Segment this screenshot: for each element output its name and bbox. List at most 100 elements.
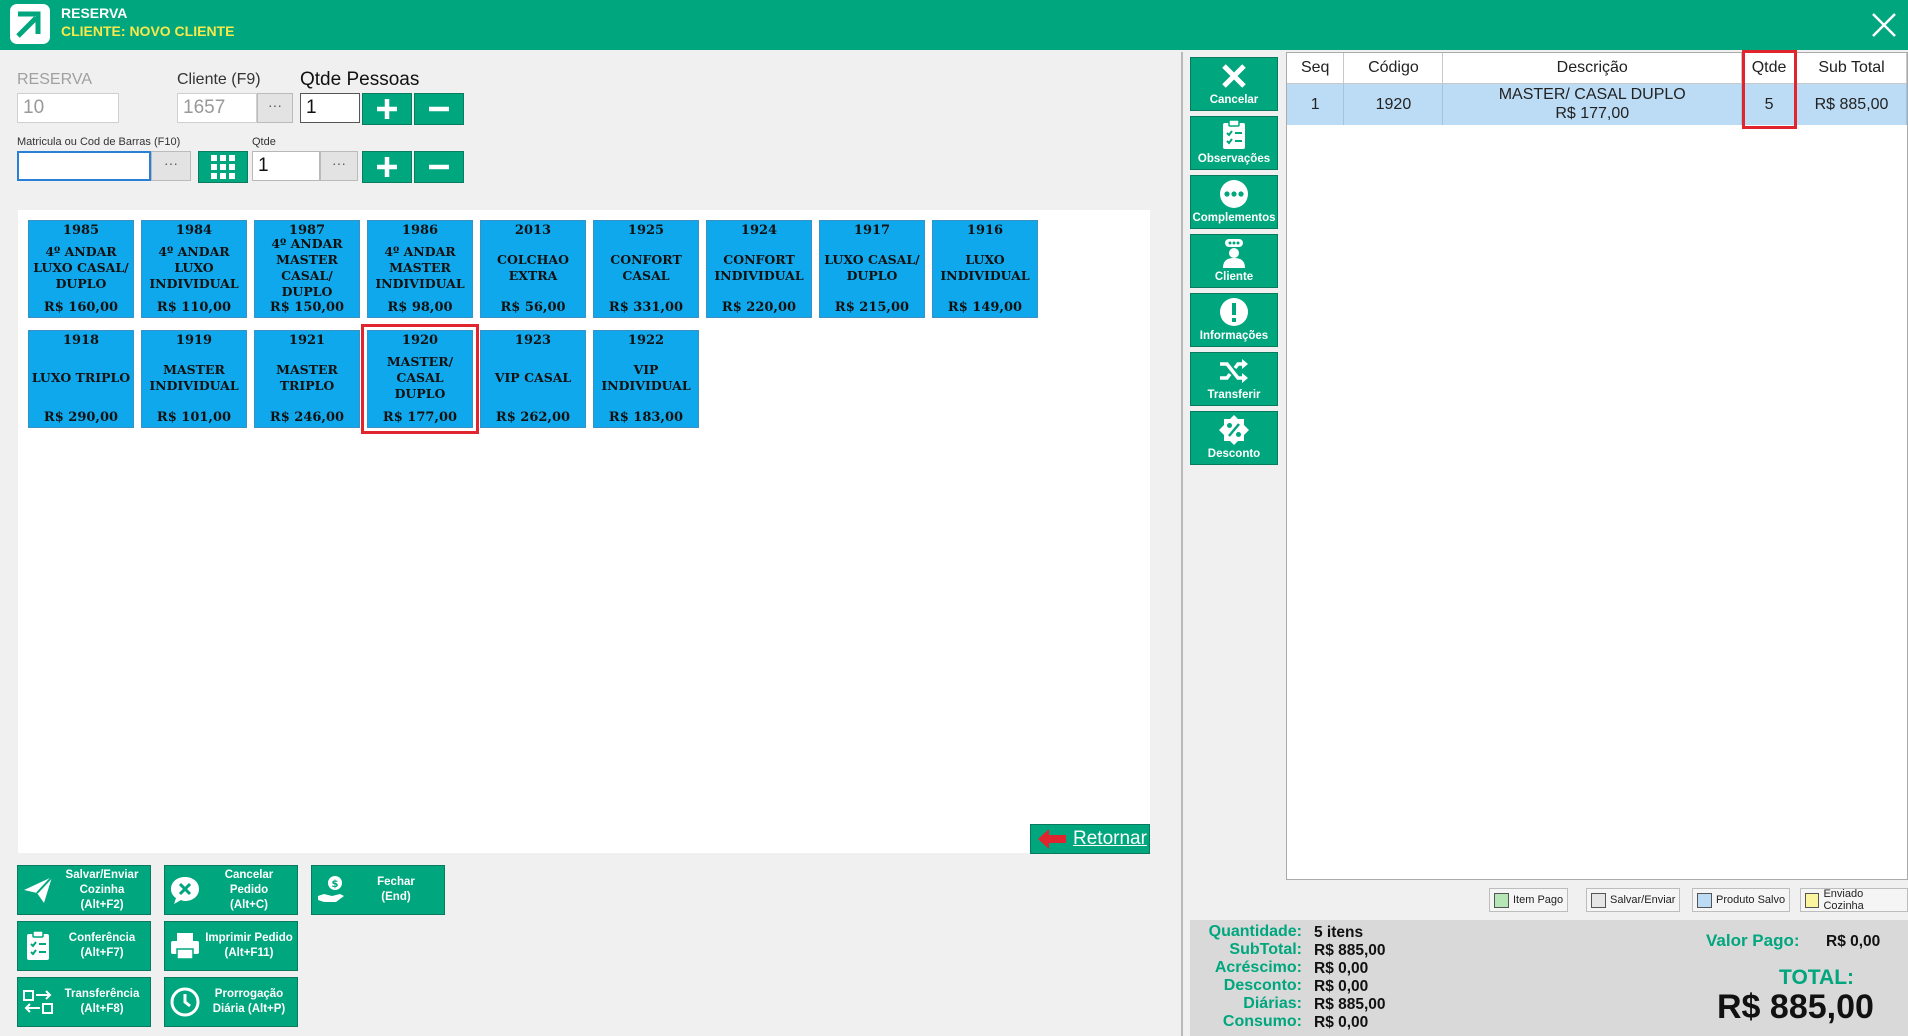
matricula-input[interactable]: [17, 151, 151, 181]
product-tile-1986[interactable]: 1986 4º ANDAR MASTER INDIVIDUAL R$ 98,00: [367, 220, 473, 318]
row-codigo: 1920: [1343, 83, 1444, 125]
product-price: R$ 177,00: [382, 410, 458, 425]
side-cliente-label: Cliente: [1214, 271, 1254, 283]
pessoas-field[interactable]: 1: [300, 93, 360, 123]
hand-coin-icon: $: [318, 876, 344, 902]
qtde-minus-button[interactable]: [414, 151, 464, 183]
salvar-enviar-button[interactable]: Salvar/Enviar Cozinha (Alt+F2): [17, 865, 151, 915]
product-tile-1921[interactable]: 1921 MASTER TRIPLO R$ 246,00: [254, 330, 360, 428]
product-price: R$ 246,00: [269, 410, 345, 425]
qtde-field[interactable]: 1: [252, 151, 320, 181]
row-qtde: 5: [1741, 83, 1798, 125]
legend-swatch: [1697, 892, 1712, 908]
product-tile-1985[interactable]: 1985 4º ANDAR LUXO CASAL/ DUPLO R$ 160,00: [28, 220, 134, 318]
col-seq[interactable]: Seq: [1287, 53, 1345, 84]
legend-swatch: [1805, 892, 1820, 908]
minus-icon: [429, 164, 449, 170]
consumo-label: Consumo:: [1222, 1013, 1302, 1030]
product-tile-1987[interactable]: 1987 4º ANDAR MASTER CASAL/ DUPLO R$ 150,0…: [254, 220, 360, 318]
pessoas-minus-button[interactable]: [414, 93, 464, 125]
product-name: COLCHAO EXTRA: [497, 252, 569, 283]
close-icon[interactable]: [1865, 6, 1903, 44]
product-tile-1925[interactable]: 1925 CONFORT CASAL R$ 331,00: [593, 220, 699, 318]
product-name: 4º ANDAR LUXO CASAL/ DUPLO: [33, 244, 129, 291]
cliente-lookup-button[interactable]: ···: [257, 93, 293, 123]
product-tile-1984[interactable]: 1984 4º ANDAR LUXO INDIVIDUAL R$ 110,00: [141, 220, 247, 318]
conferencia-line2: (Alt+F7): [80, 947, 124, 959]
product-tile-1917[interactable]: 1917 LUXO CASAL/ DUPLO R$ 215,00: [819, 220, 925, 318]
prorrogacao-button[interactable]: Prorrogação Diária (Alt+P): [164, 977, 298, 1027]
product-name: LUXO INDIVIDUAL: [940, 252, 1030, 283]
legend-salvar-enviar: Salvar/Enviar: [1586, 888, 1681, 912]
prorrogacao-line2: Diária (Alt+P): [212, 1003, 286, 1015]
row-descricao-price: R$ 177,00: [1555, 105, 1630, 123]
grid-icon: [211, 155, 235, 179]
product-name: CONFORT INDIVIDUAL: [714, 252, 804, 283]
legend-label: Enviado Cozinha: [1823, 888, 1864, 912]
transferencia-button[interactable]: Transferência (Alt+F8): [17, 977, 151, 1027]
side-observacoes-button[interactable]: Observações: [1190, 116, 1278, 170]
product-code: 1923: [514, 333, 552, 348]
pessoas-plus-button[interactable]: [362, 93, 412, 125]
product-price: R$ 101,00: [156, 410, 232, 425]
imprimir-pedido-button[interactable]: Imprimir Pedido (Alt+F11): [164, 921, 298, 971]
side-transferir-button[interactable]: Transferir: [1190, 352, 1278, 406]
fechar-button[interactable]: $ Fechar (End): [311, 865, 445, 915]
col-subtotal[interactable]: Sub Total: [1796, 53, 1907, 84]
cancel-bubble-icon: [171, 877, 199, 904]
percent-badge-icon: [1219, 415, 1249, 445]
side-complementos-button[interactable]: Complementos: [1190, 175, 1278, 229]
legend-label: Salvar/Enviar: [1610, 894, 1676, 906]
user-icon: [1223, 239, 1245, 268]
side-desconto-label: Desconto: [1207, 448, 1261, 460]
clock-check-icon: [170, 987, 200, 1017]
title-bar: RESERVA CLIENTE: NOVO CLIENTE: [0, 0, 1908, 50]
desconto-label: Desconto:: [1223, 977, 1302, 994]
table-row[interactable]: 1 1920 MASTER/ CASAL DUPLO R$ 177,00 5 R…: [1287, 83, 1907, 125]
qtde-plus-button[interactable]: [362, 151, 412, 183]
product-code: 1917: [853, 223, 891, 238]
subtotal-value: R$ 885,00: [1314, 942, 1386, 959]
qtde-lookup-button[interactable]: ···: [320, 151, 358, 181]
legend-enviado-cozinha: Enviado Cozinha: [1800, 888, 1908, 912]
product-price: R$ 149,00: [947, 300, 1023, 315]
product-name: 4º ANDAR MASTER CASAL/ DUPLO: [271, 236, 343, 299]
product-tile-1919[interactable]: 1919 MASTER INDIVIDUAL R$ 101,00: [141, 330, 247, 428]
product-tile-1923[interactable]: 1923 VIP CASAL R$ 262,00: [480, 330, 586, 428]
product-code: 1985: [62, 223, 100, 238]
product-price: R$ 98,00: [387, 300, 453, 315]
paper-plane-icon: [24, 876, 53, 903]
product-name: MASTER INDIVIDUAL: [149, 362, 239, 393]
side-desconto-button[interactable]: Desconto: [1190, 411, 1278, 465]
product-tile-1920[interactable]: 1920 MASTER/ CASAL DUPLO R$ 177,00: [361, 324, 479, 434]
product-tile-1924[interactable]: 1924 CONFORT INDIVIDUAL R$ 220,00: [706, 220, 812, 318]
product-tile-1922[interactable]: 1922 VIP INDIVIDUAL R$ 183,00: [593, 330, 699, 428]
keypad-button[interactable]: [198, 151, 248, 183]
product-tile-1916[interactable]: 1916 LUXO INDIVIDUAL R$ 149,00: [932, 220, 1038, 318]
side-informacoes-button[interactable]: Informações: [1190, 293, 1278, 347]
side-cancelar-button[interactable]: Cancelar: [1190, 57, 1278, 111]
legend-swatch: [1494, 892, 1509, 908]
product-price: R$ 290,00: [43, 410, 119, 425]
product-price: R$ 150,00: [269, 300, 345, 315]
col-qtde[interactable]: Qtde: [1741, 53, 1798, 84]
side-cliente-button[interactable]: Cliente: [1190, 234, 1278, 288]
product-code: 1922: [627, 333, 665, 348]
legend-label: Item Pago: [1513, 894, 1564, 906]
conferencia-button[interactable]: Conferência (Alt+F7): [17, 921, 151, 971]
product-tile-2013[interactable]: 2013 COLCHAO EXTRA R$ 56,00: [480, 220, 586, 318]
panel-divider: [1181, 52, 1183, 1036]
plus-icon: [377, 157, 397, 177]
transferencia-line2: (Alt+F8): [80, 1003, 124, 1015]
prorrogacao-line1: Prorrogação: [214, 988, 284, 1000]
retornar-button[interactable]: Retornar: [1030, 824, 1150, 854]
retornar-label: Retornar: [1073, 828, 1147, 849]
col-codigo[interactable]: Código: [1343, 53, 1444, 84]
col-descricao[interactable]: Descrição: [1442, 53, 1743, 84]
matricula-lookup-button[interactable]: ···: [151, 151, 191, 181]
cancelar-line1: Cancelar Pedido: [224, 868, 274, 896]
cancelar-pedido-button[interactable]: Cancelar Pedido (Alt+C): [164, 865, 298, 915]
product-price: R$ 56,00: [500, 300, 566, 315]
qtde-label: Qtde: [252, 136, 276, 148]
product-tile-1918[interactable]: 1918 LUXO TRIPLO R$ 290,00: [28, 330, 134, 428]
